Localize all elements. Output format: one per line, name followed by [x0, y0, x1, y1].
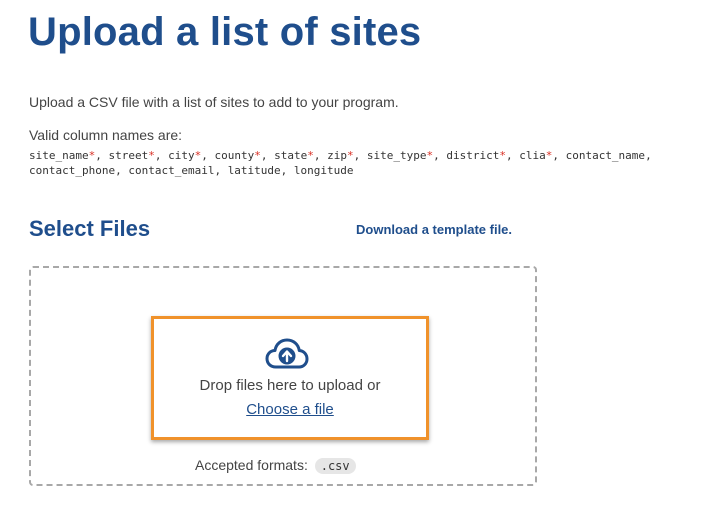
column-separator: ,: [95, 149, 102, 162]
column-separator: ,: [280, 164, 288, 177]
column-name-text: site_name: [29, 149, 89, 162]
column-name: city*,: [168, 149, 208, 162]
required-marker: *: [148, 149, 155, 162]
column-name-text: site_type: [366, 149, 427, 162]
valid-columns-label: Valid column names are:: [29, 127, 183, 143]
column-name: site_name*,: [29, 149, 102, 162]
column-name: street*,: [108, 149, 161, 162]
column-names-list: site_name*, street*, city*, county*, sta…: [29, 148, 701, 178]
column-name-text: city: [168, 149, 195, 162]
column-name-text: district: [446, 149, 500, 162]
accepted-formats: Accepted formats: .csv: [195, 457, 356, 474]
format-chip-csv: .csv: [314, 458, 356, 474]
drop-files-text: Drop files here to upload or: [199, 377, 381, 394]
column-name: district*,: [446, 149, 512, 162]
column-name: county*,: [214, 149, 267, 162]
column-separator: ,: [552, 149, 559, 162]
column-name-text: contact_phone: [29, 164, 116, 177]
upload-drop-target[interactable]: Drop files here to upload or Choose a fi…: [151, 316, 429, 440]
cloud-upload-icon: [265, 338, 309, 369]
column-name-text: street: [108, 149, 149, 162]
column-name-text: contact_name: [565, 149, 646, 162]
required-marker: *: [499, 149, 506, 162]
column-name: contact_email,: [128, 164, 221, 177]
page-title: Upload a list of sites: [28, 10, 422, 54]
column-name: site_type*,: [367, 149, 440, 162]
column-separator: ,: [433, 149, 440, 162]
column-separator: ,: [505, 149, 513, 162]
column-name-text: county: [214, 149, 255, 162]
required-marker: *: [346, 149, 354, 162]
column-separator: ,: [214, 164, 222, 177]
column-name: contact_name,: [566, 149, 652, 162]
column-separator: ,: [313, 149, 321, 162]
upload-sites-page: Upload a list of sites Upload a CSV file…: [0, 0, 707, 513]
column-name: latitude,: [228, 164, 288, 177]
required-marker: *: [307, 149, 314, 162]
choose-file-link[interactable]: Choose a file: [154, 401, 426, 418]
column-name-text: state: [274, 149, 308, 162]
select-files-heading: Select Files: [29, 216, 151, 241]
column-name-text: clia: [519, 149, 546, 162]
column-name-text: contact_email: [128, 164, 215, 177]
column-name: zip*,: [327, 149, 360, 162]
column-name: state*,: [274, 149, 320, 162]
download-template-link[interactable]: Download a template file.: [356, 222, 512, 237]
column-name: clia*,: [519, 149, 559, 162]
column-separator: ,: [645, 149, 652, 162]
intro-text: Upload a CSV file with a list of sites t…: [29, 94, 399, 110]
column-name-text: zip: [327, 149, 347, 162]
column-name-text: latitude: [227, 164, 281, 177]
column-separator: ,: [353, 149, 361, 162]
required-marker: *: [254, 149, 261, 162]
column-name-text: longitude: [293, 164, 354, 177]
column-separator: ,: [115, 164, 122, 177]
column-name: longitude: [294, 164, 354, 177]
column-separator: ,: [201, 149, 208, 162]
column-name: contact_phone,: [29, 164, 122, 177]
accepted-formats-label: Accepted formats:: [195, 457, 308, 473]
column-separator: ,: [260, 149, 268, 162]
column-separator: ,: [154, 149, 162, 162]
